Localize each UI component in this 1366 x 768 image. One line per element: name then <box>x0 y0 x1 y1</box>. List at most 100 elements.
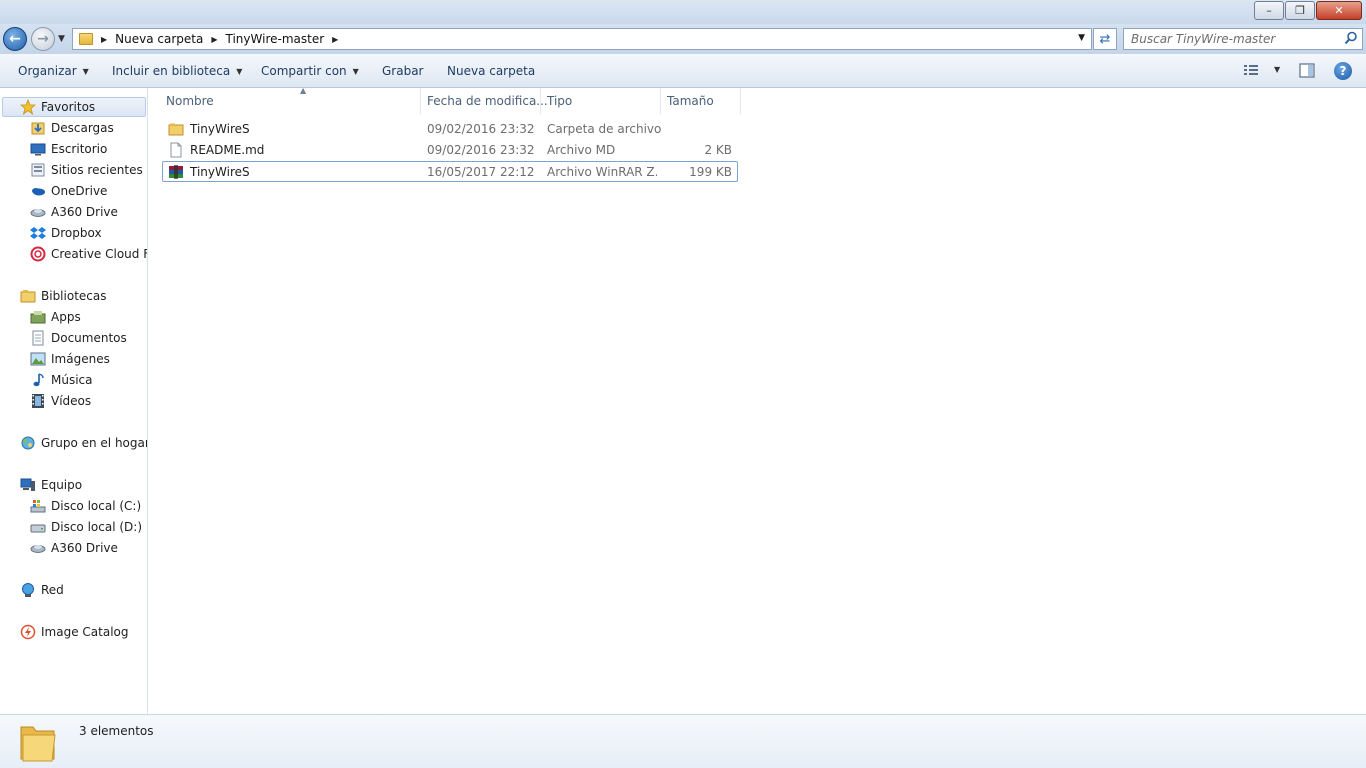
nav-item-escritorio[interactable]: Escritorio <box>30 139 107 159</box>
nav-network-label: Red <box>41 583 64 597</box>
nav-item-label: Apps <box>51 310 81 324</box>
file-type: Carpeta de archivos <box>547 122 662 136</box>
computer-icon <box>20 477 36 493</box>
column-header-date[interactable]: Fecha de modifica... <box>421 88 548 114</box>
nav-homegroup[interactable]: Grupo en el hogar <box>20 433 148 453</box>
item-count: 3 elementos <box>79 724 154 738</box>
command-bar: Organizar ▼ Incluir en biblioteca ▼ Comp… <box>0 54 1366 88</box>
view-options-dropdown[interactable]: ▼ <box>1268 65 1280 74</box>
nav-item-descargas[interactable]: Descargas <box>30 118 114 138</box>
breadcrumb-item-tinywire-master[interactable]: TinyWire-master <box>226 32 325 46</box>
share-with-menu[interactable]: Compartir con ▼ <box>261 64 359 78</box>
network-icon <box>20 582 36 598</box>
nav-network[interactable]: Red <box>20 580 64 600</box>
search-box[interactable] <box>1123 28 1363 50</box>
column-header-type[interactable]: Tipo <box>541 88 661 114</box>
include-library-menu[interactable]: Incluir en biblioteca ▼ <box>112 64 242 78</box>
nav-item-label: Escritorio <box>51 142 108 156</box>
search-icon[interactable] <box>1344 31 1358 45</box>
address-dropdown-button[interactable]: ▼ <box>1078 33 1085 43</box>
help-icon[interactable]: ? <box>1334 62 1352 80</box>
downloads-icon <box>30 120 46 136</box>
view-list-icon[interactable] <box>1243 63 1259 77</box>
recent-pages-dropdown[interactable]: ▼ <box>58 34 65 44</box>
caret-down-icon: ▼ <box>82 66 89 76</box>
details-pane: 3 elementos <box>0 714 1366 768</box>
nav-item-a360-drive[interactable]: A360 Drive <box>30 202 118 222</box>
nav-item-dropbox[interactable]: Dropbox <box>30 223 102 243</box>
close-button[interactable]: ✕ <box>1316 1 1362 20</box>
column-header-size-label: Tamaño <box>667 94 714 108</box>
nav-favorites[interactable]: Favoritos <box>2 97 146 117</box>
burn-button[interactable]: Grabar <box>382 64 424 78</box>
preview-pane-icon[interactable] <box>1299 63 1315 78</box>
file-type: Archivo WinRAR Z... <box>547 165 657 179</box>
nav-item-creative-cloud-files[interactable]: Creative Cloud Files <box>30 244 147 264</box>
nav-item-videos[interactable]: Vídeos <box>30 391 91 411</box>
homegroup-icon <box>20 435 36 451</box>
dropbox-icon <box>30 225 46 241</box>
file-size: 2 KB <box>704 143 732 157</box>
breadcrumb[interactable]: ▶ Nueva carpeta ▶ TinyWire-master ▶ ▼ <box>72 28 1092 50</box>
nav-favorites-label: Favoritos <box>41 100 96 114</box>
nav-item-a360-drive-computer[interactable]: A360 Drive <box>30 538 118 558</box>
nav-item-label: A360 Drive <box>51 541 118 555</box>
search-input[interactable] <box>1124 29 1334 49</box>
maximize-button[interactable]: ❐ <box>1285 1 1315 20</box>
file-name: README.md <box>190 143 265 157</box>
nav-item-label: Música <box>51 373 93 387</box>
documents-icon <box>30 330 46 346</box>
caret-down-icon: ▼ <box>236 66 243 76</box>
nav-item-onedrive[interactable]: OneDrive <box>30 181 107 201</box>
sort-ascending-icon: ▲ <box>300 86 307 95</box>
nav-item-label: Documentos <box>51 331 127 345</box>
nav-item-sitios-recientes[interactable]: Sitios recientes <box>30 160 143 180</box>
organize-label: Organizar <box>18 64 77 78</box>
column-header-type-label: Tipo <box>547 94 573 108</box>
creative-cloud-icon <box>30 246 46 262</box>
nav-item-disco-d[interactable]: Disco local (D:) <box>30 517 142 537</box>
forward-button[interactable]: → <box>31 27 55 51</box>
nav-computer[interactable]: Equipo <box>20 475 82 495</box>
new-folder-button[interactable]: Nueva carpeta <box>447 64 535 78</box>
libraries-icon <box>20 288 36 304</box>
nav-libraries[interactable]: Bibliotecas <box>20 286 106 306</box>
image-catalog-icon <box>20 624 36 640</box>
file-row[interactable]: TinyWireS 09/02/2016 23:32 Carpeta de ar… <box>162 119 738 140</box>
nav-homegroup-label: Grupo en el hogar <box>41 436 148 450</box>
refresh-button[interactable]: ⇄ <box>1093 28 1117 50</box>
folder-icon <box>20 726 56 762</box>
chevron-right-icon[interactable]: ▶ <box>101 35 107 44</box>
column-header-date-label: Fecha de modifica... <box>427 94 548 108</box>
file-row[interactable]: TinyWireS 16/05/2017 22:12 Archivo WinRA… <box>162 161 738 182</box>
chevron-right-icon[interactable]: ▶ <box>211 35 217 44</box>
file-date: 09/02/2016 23:32 <box>427 143 535 157</box>
breadcrumb-item-nueva-carpeta[interactable]: Nueva carpeta <box>115 32 203 46</box>
nav-item-label: Descargas <box>51 121 114 135</box>
nav-item-documentos[interactable]: Documentos <box>30 328 127 348</box>
nav-item-disco-c[interactable]: Disco local (C:) <box>30 496 141 516</box>
nav-item-label: Disco local (C:) <box>51 499 142 513</box>
nav-item-apps[interactable]: Apps <box>30 307 81 327</box>
minimize-button[interactable]: – <box>1254 1 1284 20</box>
nav-image-catalog[interactable]: Image Catalog <box>20 622 128 642</box>
caret-down-icon: ▼ <box>352 66 359 76</box>
column-header-size[interactable]: Tamaño <box>661 88 741 114</box>
file-size <box>667 119 732 139</box>
back-button[interactable]: ← <box>3 27 27 51</box>
organize-menu[interactable]: Organizar ▼ <box>18 64 89 78</box>
cloud-icon <box>30 183 46 199</box>
folder-icon <box>79 33 93 45</box>
nav-item-imagenes[interactable]: Imágenes <box>30 349 110 369</box>
chevron-right-icon[interactable]: ▶ <box>332 35 338 44</box>
file-size: 199 KB <box>689 165 732 179</box>
nav-item-musica[interactable]: Música <box>30 370 93 390</box>
column-header-name[interactable]: ▲ Nombre <box>160 86 421 114</box>
file-row[interactable]: README.md 09/02/2016 23:32 Archivo MD 2 … <box>162 140 738 161</box>
title-bar: – ❐ ✕ <box>0 0 1366 24</box>
recent-places-icon <box>30 162 46 178</box>
document-icon <box>168 142 184 158</box>
refresh-icon: ⇄ <box>1099 31 1111 47</box>
desktop-icon <box>30 141 46 157</box>
pictures-icon <box>30 351 46 367</box>
